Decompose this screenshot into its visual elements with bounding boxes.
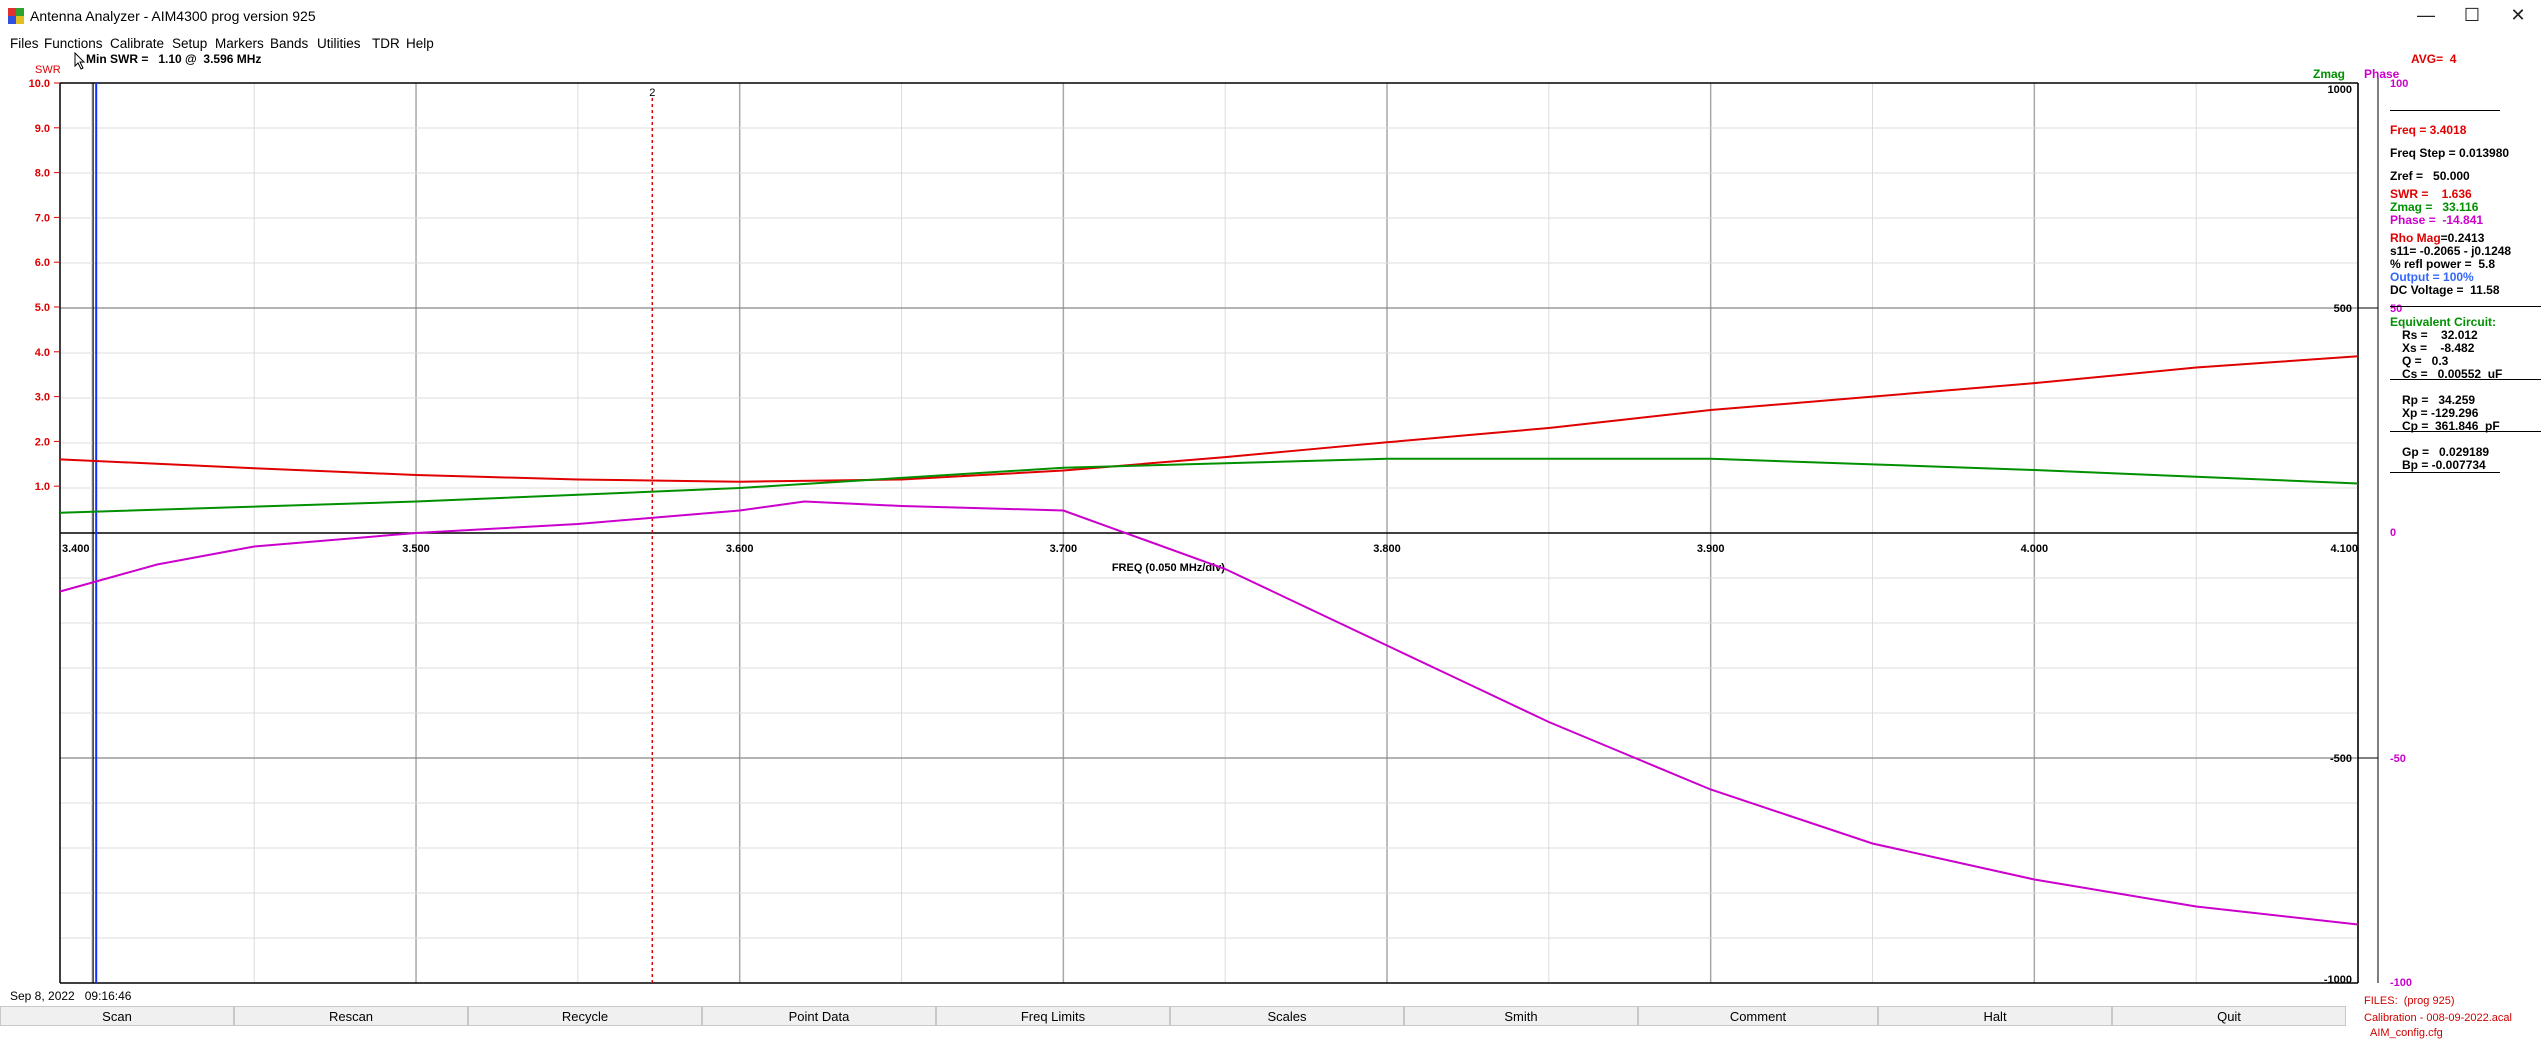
refl-power-readout: % refl power = 5.8 [2390,257,2496,271]
quit-button[interactable]: Quit [2112,1006,2346,1026]
title-bar: Antenna Analyzer - AIM4300 prog version … [0,0,2541,33]
rs-readout: Rs = 32.012 [2402,328,2478,342]
swr-tick-label: 4.0 [35,347,50,359]
phase-readout: Phase = -14.841 [2390,213,2484,227]
swr-tick-label: 5.0 [35,302,50,314]
minimize-button[interactable]: — [2403,0,2449,33]
readout-divider [2390,431,2541,432]
rho-mag-label: Rho Mag [2390,231,2441,245]
menu-files[interactable]: Files [10,33,39,55]
swr-tick-label: 10.0 [29,78,50,90]
zref-readout: Zref = 50.000 [2390,169,2470,183]
files-status: FILES: (prog 925) [2364,995,2455,1007]
swr-tick-label: 2.0 [35,436,50,448]
s11-readout: s11= -0.2065 - j0.1248 [2390,244,2512,258]
x-tick-label: 3.500 [402,543,430,555]
close-button[interactable]: ✕ [2495,0,2541,33]
zmag-tick-label: -1000 [2324,974,2352,986]
point-data-button[interactable]: Point Data [702,1006,936,1026]
q-readout: Q = 0.3 [2402,354,2449,368]
freq-readout: Freq = 3.4018 [2390,123,2467,137]
phase-tick-label: 100 [2390,78,2408,90]
x-tick-label: 4.000 [2021,543,2049,555]
config-status: AIM_config.cfg [2370,1027,2443,1039]
smith-button[interactable]: Smith [1404,1006,1638,1026]
zmag-tick-label: 500 [2334,303,2352,315]
x-tick-label: 3.600 [726,543,754,555]
x-tick-label: 3.400 [62,543,90,555]
swr-tick-label: 9.0 [35,123,50,135]
output-readout: Output = 100% [2390,270,2474,284]
xs-readout: Xs = -8.482 [2402,341,2475,355]
freq-step-readout: Freq Step = 0.013980 [2390,146,2510,160]
phase-tick-label: -50 [2390,753,2406,765]
app-icon [8,8,24,24]
scan-button[interactable]: Scan [0,1006,234,1026]
output-label: Output = [2390,270,2440,284]
swr-tick-label: 8.0 [35,168,50,180]
zmag-tick-label: -500 [2330,753,2352,765]
dc-voltage-readout: DC Voltage = 11.58 [2390,283,2500,297]
menu-tdr[interactable]: TDR [372,33,400,55]
halt-button[interactable]: Halt [1878,1006,2112,1026]
x-tick-label: 4.100 [2330,543,2358,555]
swr-tick-label: 7.0 [35,212,50,224]
readout-divider [2390,110,2500,111]
output-value: 100% [2443,270,2474,284]
swr-tick-label: 3.0 [35,392,50,404]
calibration-status: Calibration - 008-09-2022.acal [2364,1012,2512,1024]
maximize-button[interactable]: ☐ [2449,0,2495,33]
rescan-button[interactable]: Rescan [234,1006,468,1026]
x-tick-label: 3.800 [1373,543,1401,555]
zmag-readout: Zmag = 33.116 [2390,200,2479,214]
comment-button[interactable]: Comment [1638,1006,1878,1026]
rho-mag-value: =0.2413 [2440,231,2485,245]
recycle-button[interactable]: Recycle [468,1006,702,1026]
series-zmag-line [59,457,2359,514]
x-tick-label: 3.700 [1050,543,1078,555]
scales-button[interactable]: Scales [1170,1006,1404,1026]
menu-utilities[interactable]: Utilities [317,33,361,55]
equiv-circuit-title: Equivalent Circuit: [2390,315,2497,329]
readout-divider [2390,306,2541,307]
menu-help[interactable]: Help [406,33,434,55]
swr-plot[interactable]: 210.09.08.07.06.05.04.03.02.01.01000500-… [0,55,2541,1005]
gp-readout: Gp = 0.029189 [2402,445,2490,459]
phase-tick-label: -100 [2390,977,2412,989]
x-tick-label: 3.900 [1697,543,1725,555]
phase-tick-label: 0 [2390,527,2396,539]
freq-limits-button[interactable]: Freq Limits [936,1006,1170,1026]
marker-label: 2 [649,87,655,99]
phase-tick-label: 50 [2390,303,2402,315]
swr-readout: SWR = 1.636 [2390,187,2472,201]
swr-tick-label: 1.0 [35,481,50,493]
window-title: Antenna Analyzer - AIM4300 prog version … [30,8,316,24]
xp-readout: Xp = -129.296 [2402,406,2479,420]
readout-divider [2390,472,2500,473]
swr-tick-label: 6.0 [35,257,50,269]
rp-readout: Rp = 34.259 [2402,393,2476,407]
menu-bands[interactable]: Bands [270,33,308,55]
timestamp: Sep 8, 2022 09:16:46 [10,989,132,1003]
zmag-tick-label: 1000 [2328,84,2352,96]
rho-mag-readout: Rho Mag=0.2413 [2390,231,2484,245]
bp-readout: Bp = -0.007734 [2402,458,2486,472]
readout-divider [2390,379,2541,380]
